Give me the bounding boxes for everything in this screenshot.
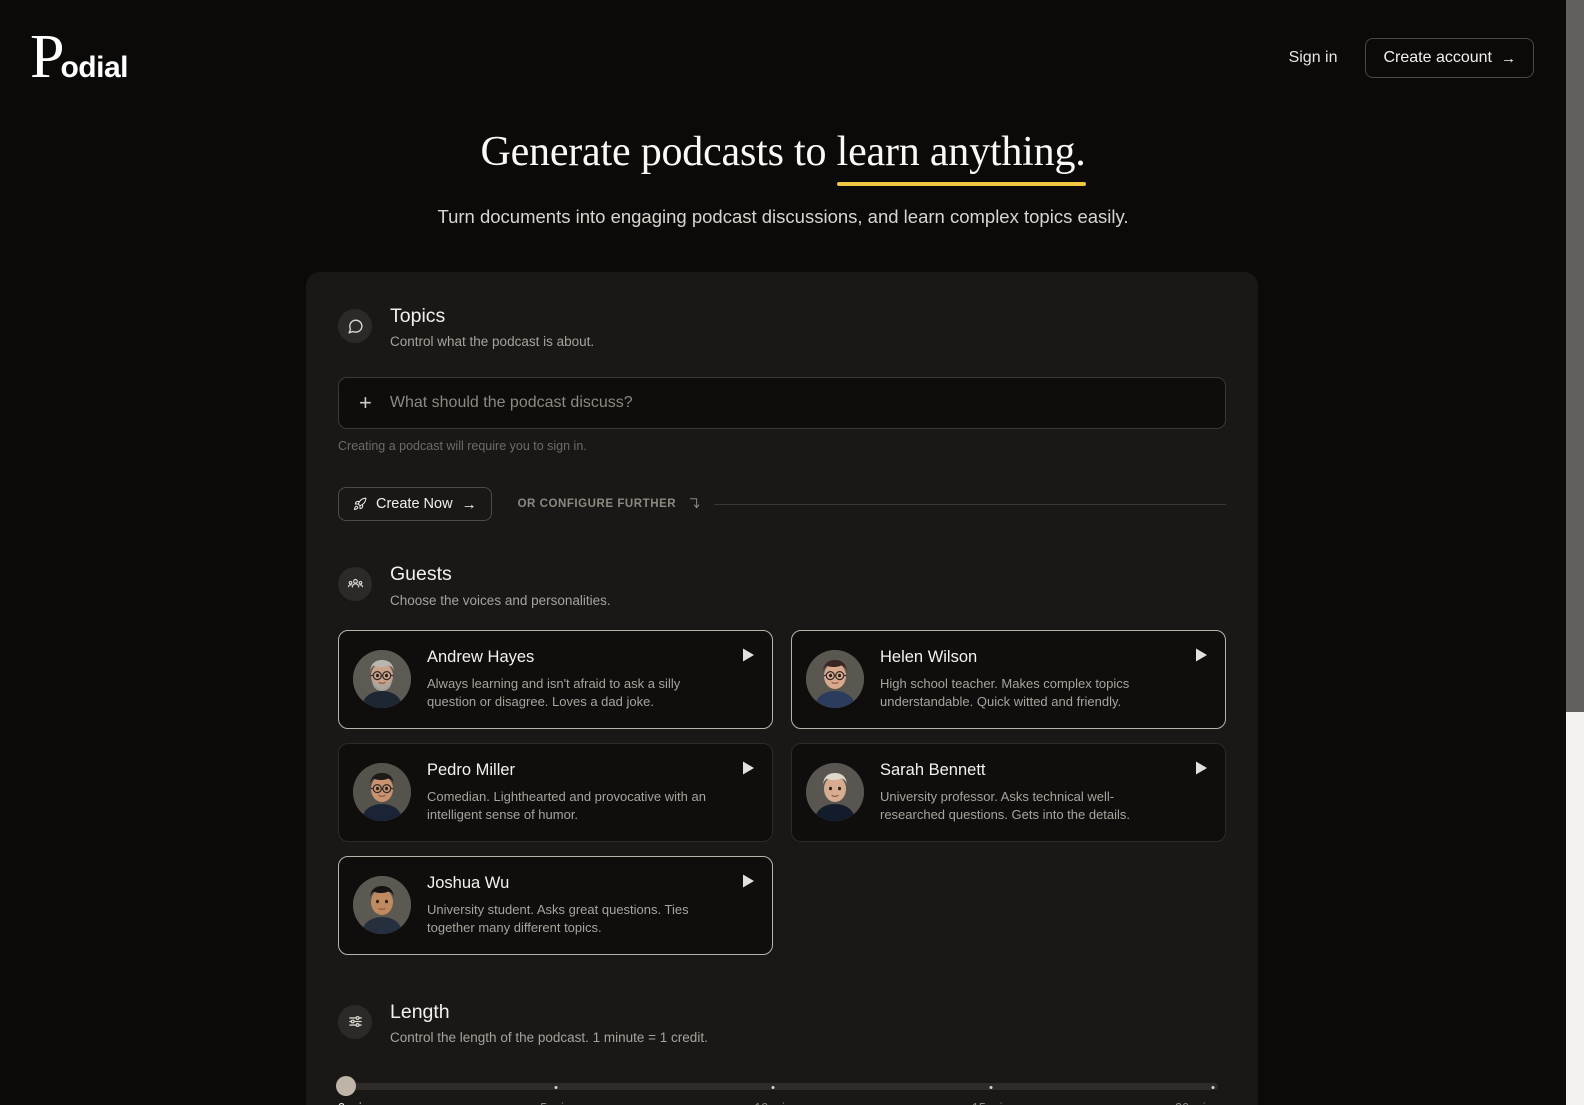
avatar [353, 876, 411, 935]
guest-name: Helen Wilson [880, 648, 978, 667]
users-group-icon [338, 567, 372, 602]
slider-tick-label: 30 min [1175, 1101, 1213, 1105]
hero-section: Generate podcasts to learn anything. Tur… [0, 128, 1566, 228]
create-now-button[interactable]: Create Now → [338, 487, 492, 522]
slider-tick-label: 5 min [540, 1101, 571, 1105]
slider-tick-label: 15 min [972, 1101, 1010, 1105]
slider-tick-label: 10 min [754, 1101, 792, 1105]
plus-icon[interactable]: + [359, 392, 372, 414]
arrow-right-icon: → [1501, 49, 1516, 67]
guest-card[interactable]: Sarah Bennett University professor. Asks… [791, 742, 1226, 842]
guest-description: University student. Asks great questions… [427, 902, 689, 935]
guest-name: Andrew Hayes [427, 648, 535, 667]
play-icon[interactable] [740, 873, 756, 889]
hero-title-highlight: learn anything. [836, 128, 1086, 186]
guest-description: Comedian. Lighthearted and provocative w… [427, 789, 706, 822]
guest-name: Pedro Miller [427, 761, 516, 780]
guest-card[interactable]: Pedro Miller Comedian. Lighthearted and … [338, 742, 773, 842]
guest-name: Joshua Wu [427, 874, 510, 893]
site-header: P odial Sign in Create account → [0, 0, 1566, 116]
configurator-panel: Topics Control what the podcast is about… [306, 272, 1258, 1105]
guest-card-grid: Andrew Hayes Always learning and isn't a… [338, 629, 1226, 955]
guest-card[interactable]: Andrew Hayes Always learning and isn't a… [338, 629, 773, 729]
topics-title: Topics [390, 305, 446, 327]
guest-name: Sarah Bennett [880, 761, 986, 780]
avatar [806, 763, 864, 822]
sliders-icon [338, 1004, 372, 1039]
sign-in-link[interactable]: Sign in [1285, 43, 1342, 73]
avatar [353, 650, 411, 709]
page-scrollbar-thumb[interactable] [1566, 0, 1584, 712]
guest-card[interactable]: Helen Wilson High school teacher. Makes … [791, 629, 1226, 729]
guests-title: Guests [390, 563, 452, 586]
play-icon[interactable] [1193, 760, 1209, 776]
slider-thumb[interactable] [336, 1076, 356, 1097]
slider-tick [1211, 1085, 1215, 1089]
create-account-button[interactable]: Create account → [1365, 38, 1534, 78]
guests-section-text: Guests Choose the voices and personaliti… [390, 563, 611, 607]
play-icon[interactable] [740, 647, 756, 663]
length-section-text: Length Control the length of the podcast… [390, 1001, 708, 1045]
logo-text-rest: odial [60, 51, 128, 84]
topic-input[interactable] [389, 394, 1205, 413]
length-section: Length Control the length of the podcast… [336, 955, 1226, 1105]
guest-description: University professor. Asks technical wel… [880, 789, 1131, 822]
guest-card[interactable]: Joshua Wu University student. Asks great… [338, 855, 773, 955]
logo-letter-p: P [30, 23, 64, 91]
podial-logo[interactable]: P odial [30, 23, 128, 91]
sign-in-required-note: Creating a podcast will require you to s… [338, 439, 587, 454]
topics-description: Control what the podcast is about. [390, 334, 595, 350]
guests-section-header: Guests Choose the voices and personaliti… [338, 563, 1226, 608]
section-divider [714, 503, 1226, 505]
guest-info: Andrew Hayes Always learning and isn't a… [427, 648, 724, 710]
page-title: Generate podcasts to learn anything. [0, 128, 1566, 186]
play-icon[interactable] [740, 760, 756, 776]
avatar [806, 650, 864, 709]
guests-section: Guests Choose the voices and personaliti… [338, 521, 1226, 955]
header-actions: Sign in Create account → [1285, 38, 1534, 78]
guests-description: Choose the voices and personalities. [390, 592, 611, 608]
guest-info: Helen Wilson High school teacher. Makes … [880, 648, 1177, 710]
or-configure-further-label: OR CONFIGURE FURTHER [517, 498, 677, 511]
play-icon[interactable] [1193, 647, 1209, 663]
topic-input-container[interactable]: + [338, 377, 1226, 430]
guest-description: High school teacher. Makes complex topic… [880, 676, 1130, 709]
speech-bubble-icon [338, 309, 372, 343]
create-now-row: Create Now → OR CONFIGURE FURTHER [338, 487, 1226, 522]
guest-info: Sarah Bennett University professor. Asks… [880, 761, 1177, 823]
create-now-label: Create Now [376, 496, 453, 513]
slider-tick [771, 1085, 775, 1089]
topics-section-header: Topics Control what the podcast is about… [338, 305, 1226, 349]
arrow-turn-down-icon [688, 497, 700, 511]
slider-tick [554, 1085, 558, 1089]
topics-section-text: Topics Control what the podcast is about… [390, 305, 594, 349]
guest-description: Always learning and isn't afraid to ask … [427, 676, 681, 709]
length-section-header: Length Control the length of the podcast… [338, 1001, 1226, 1045]
page-scrollbar-track[interactable] [1566, 0, 1584, 1105]
length-description: Control the length of the podcast. 1 min… [390, 1030, 708, 1046]
rocket-icon [353, 497, 367, 511]
guest-info: Joshua Wu University student. Asks great… [427, 874, 724, 936]
hero-subtitle: Turn documents into engaging podcast dis… [437, 205, 1129, 227]
hero-title-part1: Generate podcasts to [480, 129, 837, 175]
topics-section: Topics Control what the podcast is about… [338, 272, 1226, 453]
length-title: Length [390, 1000, 450, 1023]
slider-tick [989, 1085, 993, 1089]
slider-tick-label: 2 min [338, 1101, 369, 1105]
arrow-right-icon: → [461, 495, 477, 513]
slider-tick-labels: 2 min 5 min 10 min 15 min 30 min [338, 1101, 1226, 1105]
slider-track[interactable] [346, 1083, 1218, 1091]
guest-info: Pedro Miller Comedian. Lighthearted and … [427, 761, 724, 823]
length-slider[interactable]: 2 min 5 min 10 min 15 min 30 min [336, 1073, 1226, 1105]
create-account-label: Create account [1383, 49, 1492, 66]
avatar [353, 763, 411, 822]
